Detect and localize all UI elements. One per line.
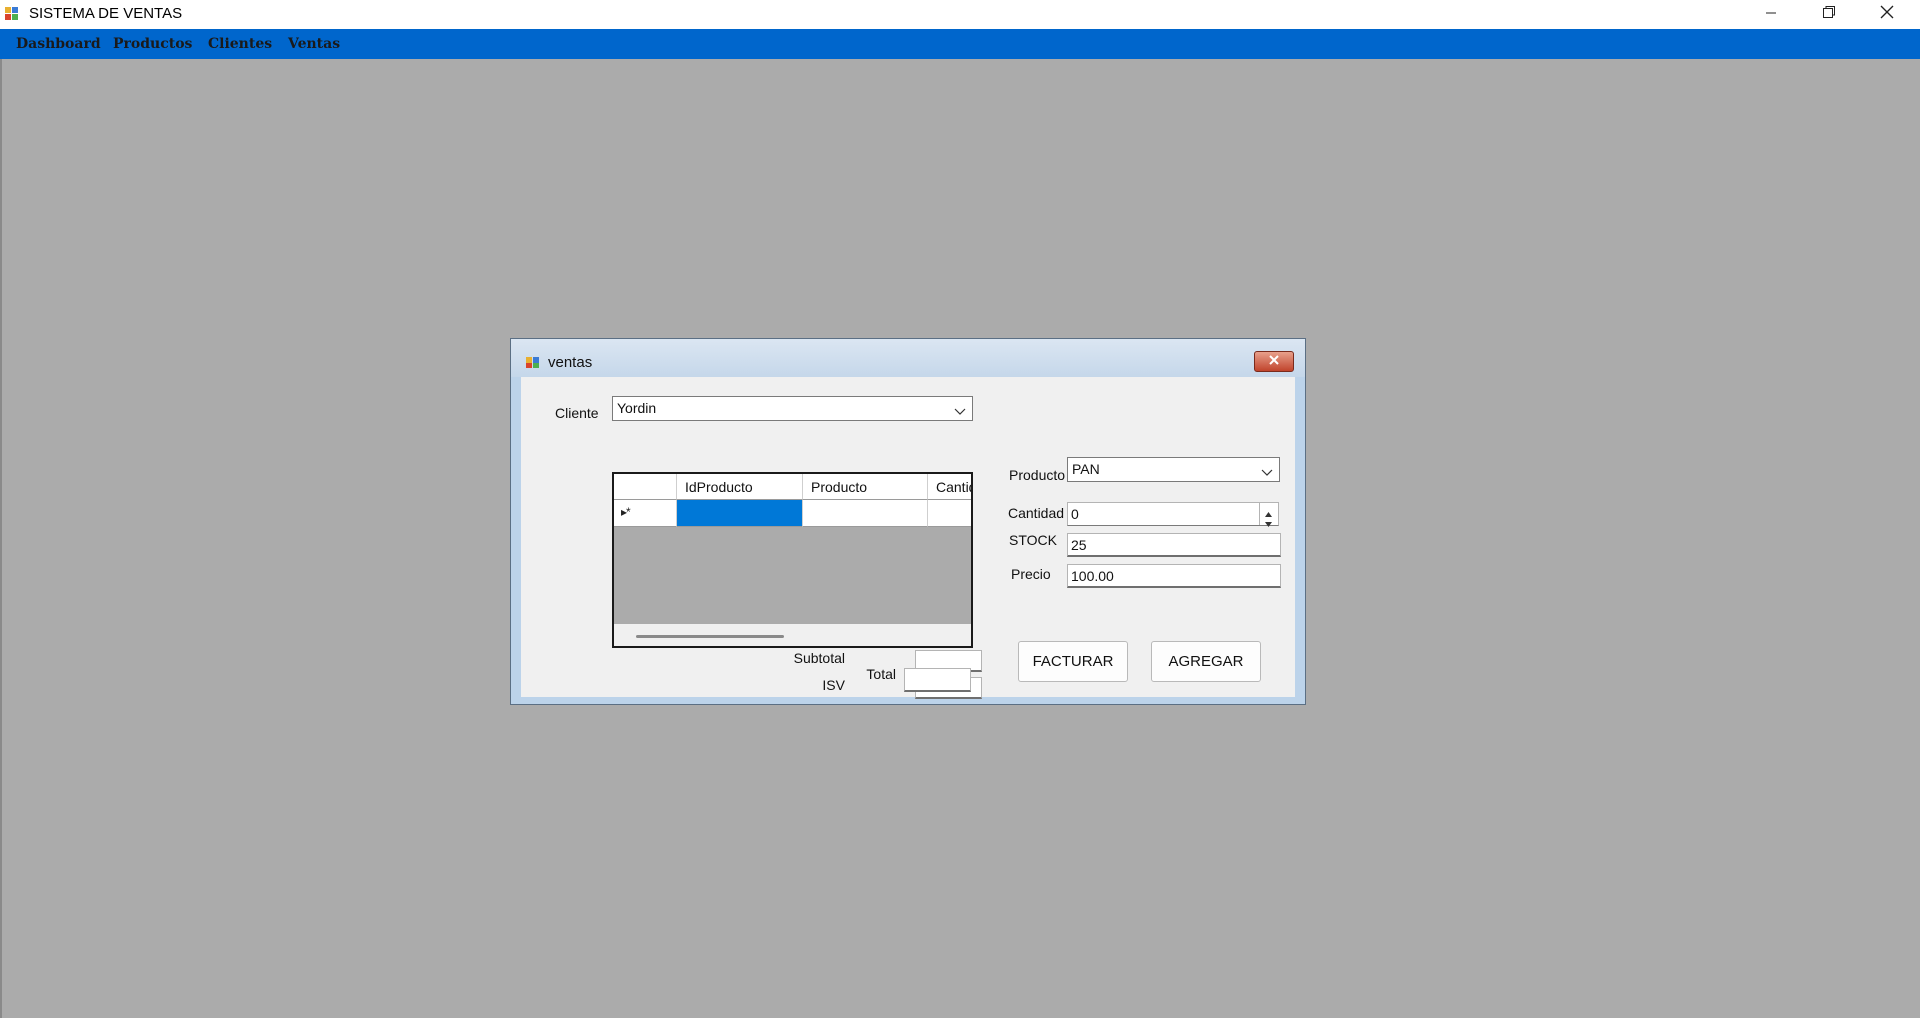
app-icon xyxy=(4,6,20,22)
restore-icon xyxy=(1822,5,1836,24)
dialog-client-area: Cliente Yordin IdProducto Producto Canti… xyxy=(521,377,1295,699)
restore-button[interactable] xyxy=(1800,0,1858,29)
stepper-down-icon[interactable] xyxy=(1264,515,1273,533)
precio-field[interactable]: 100.00 xyxy=(1067,564,1281,588)
menu-ventas[interactable]: Ventas xyxy=(288,36,340,52)
menu-productos[interactable]: Productos xyxy=(113,36,192,52)
menu-clientes[interactable]: Clientes xyxy=(208,36,272,52)
new-row-marker: ▸* xyxy=(621,505,631,519)
dialog-titlebar[interactable]: ventas xyxy=(511,339,1305,377)
agregar-button[interactable]: AGREGAR xyxy=(1151,641,1261,682)
total-field[interactable] xyxy=(904,668,971,692)
isv-label: ISV xyxy=(822,677,845,693)
dialog-close-button[interactable] xyxy=(1254,351,1294,372)
precio-label: Precio xyxy=(1011,566,1051,582)
scrollbar-thumb[interactable] xyxy=(636,635,784,638)
subtotal-label: Subtotal xyxy=(793,650,845,666)
precio-value: 100.00 xyxy=(1071,568,1114,584)
producto-label: Producto xyxy=(1009,467,1066,483)
stock-value: 25 xyxy=(1071,537,1087,553)
chevron-down-icon xyxy=(1261,464,1273,482)
grid-row-header-corner xyxy=(614,474,677,500)
stepper-buttons xyxy=(1259,503,1278,527)
close-button[interactable] xyxy=(1858,0,1916,29)
menu-dashboard[interactable]: Dashboard xyxy=(16,36,101,52)
cliente-combobox-value: Yordin xyxy=(617,400,657,416)
close-icon xyxy=(1268,353,1280,371)
chevron-down-icon xyxy=(954,403,966,421)
minimize-button[interactable] xyxy=(1742,0,1800,29)
grid-cell[interactable] xyxy=(803,500,928,527)
cantidad-label: Cantidad xyxy=(1008,505,1065,521)
stock-label: STOCK xyxy=(1009,532,1057,548)
grid-column-header[interactable]: Cantid xyxy=(928,474,971,500)
ventas-dialog: ventas Cliente Yordin IdProducto Product… xyxy=(510,338,1306,705)
minimize-icon xyxy=(1765,6,1777,24)
facturar-button[interactable]: FACTURAR xyxy=(1018,641,1128,682)
grid-row-header[interactable]: ▸* xyxy=(614,500,677,527)
mdi-border xyxy=(0,59,2,1020)
close-icon xyxy=(1880,5,1894,24)
grid-cell[interactable] xyxy=(928,500,971,527)
menu-bar: Dashboard Productos Clientes Ventas xyxy=(0,29,1920,59)
producto-combobox[interactable]: PAN xyxy=(1067,457,1280,482)
grid-horizontal-scrollbar[interactable] xyxy=(614,624,971,646)
total-label-visible: Total xyxy=(866,666,896,682)
grid-cell-selected[interactable] xyxy=(677,500,803,527)
grid-column-header[interactable]: Producto xyxy=(803,474,928,500)
grid-column-header[interactable]: IdProducto xyxy=(677,474,803,500)
cantidad-stepper[interactable]: 0 xyxy=(1067,502,1279,527)
ventas-icon xyxy=(525,354,541,370)
cliente-combobox[interactable]: Yordin xyxy=(612,396,973,421)
window-title: SISTEMA DE VENTAS xyxy=(29,5,183,22)
cantidad-value: 0 xyxy=(1071,506,1079,522)
cliente-label: Cliente xyxy=(555,405,599,421)
window-titlebar: SISTEMA DE VENTAS xyxy=(0,0,1920,29)
producto-combobox-value: PAN xyxy=(1072,461,1100,477)
detalle-grid[interactable]: IdProducto Producto Cantid ▸* xyxy=(612,472,973,648)
dialog-title: ventas xyxy=(548,354,593,371)
stock-field[interactable]: 25 xyxy=(1067,533,1281,557)
